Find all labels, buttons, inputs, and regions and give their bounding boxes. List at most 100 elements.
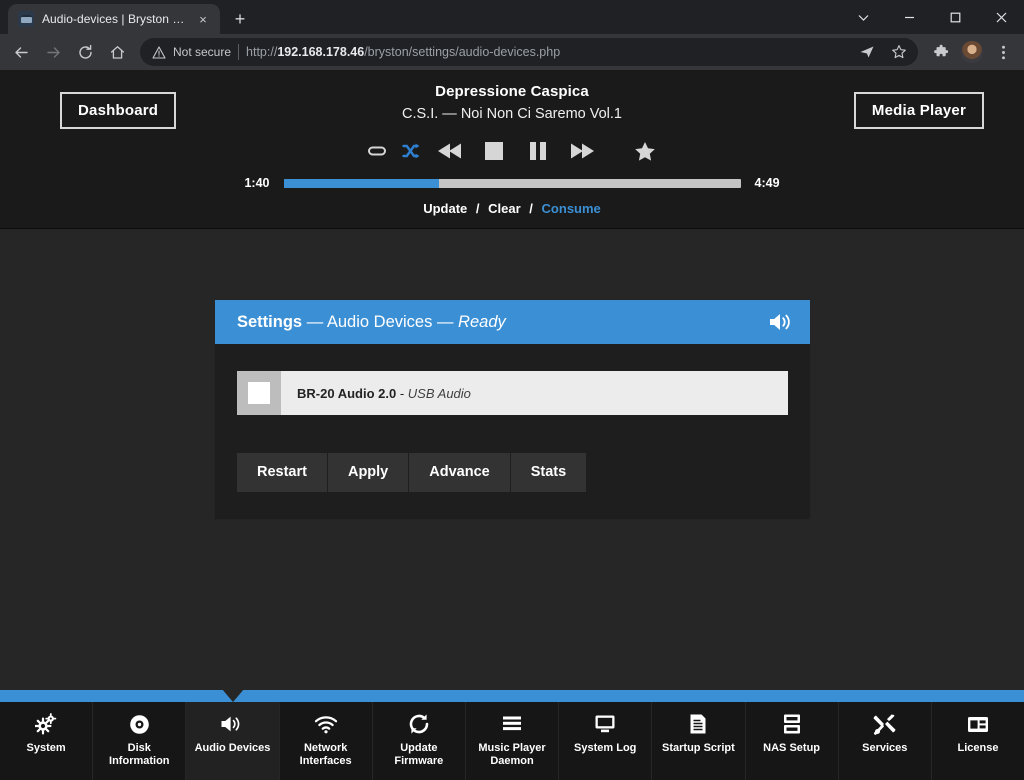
nav-item-label: Audio Devices [194,742,271,754]
nav-item-nas-setup[interactable]: NAS Setup [745,702,839,780]
back-icon[interactable] [6,37,36,67]
playlist-links: Update / Clear / Consume [0,201,1024,216]
browser-toolbar: Not secure http://192.168.178.46/bryston… [0,34,1024,70]
progress-row: 1:40 4:49 [0,176,1024,190]
apply-button[interactable]: Apply [327,453,409,492]
stats-button[interactable]: Stats [510,453,587,492]
nav-item-disk-information[interactable]: Disk Information [93,702,187,780]
previous-icon[interactable] [428,134,472,168]
reload-icon[interactable] [70,37,100,67]
device-checkbox[interactable] [237,371,281,415]
nav-items-row: System Disk Information Audio Devices Networ… [0,702,1024,780]
nav-item-system-log[interactable]: System Log [559,702,653,780]
window-controls [840,0,1024,34]
nav-item-label: Music Player Daemon [478,742,546,767]
page-content: Settings — Audio Devices — Ready BR-20 A… [0,229,1024,780]
page-viewport: Dashboard Media Player Depressione Caspi… [0,70,1024,780]
browser-window: Audio-devices | Bryston BDP × + Not secu… [0,0,1024,780]
nav-item-audio-devices[interactable]: Audio Devices [186,702,280,780]
nav-item-label: Update Firmware [394,742,444,767]
three-dot-menu-icon[interactable] [988,37,1018,67]
minimize-icon[interactable] [886,0,932,34]
card-header-section: Settings [237,312,303,331]
card-header-dash-2: — [436,312,454,331]
url-text: http://192.168.178.46/bryston/settings/a… [246,45,845,59]
transport-controls [0,134,1024,168]
omnibox-divider [238,44,240,60]
browser-tab[interactable]: Audio-devices | Bryston BDP × [8,4,220,34]
home-icon[interactable] [102,37,132,67]
security-status-label: Not secure [173,45,232,59]
card-header-dash-1: — [306,312,324,331]
tab-favicon-monitor-icon [18,11,34,27]
device-list-item[interactable]: BR-20 Audio 2.0 - USB Audio [237,371,788,415]
nav-item-network-interfaces[interactable]: Network Interfaces [279,702,373,780]
monitor-icon [594,713,616,735]
nav-item-system[interactable]: System [0,702,94,780]
device-label: BR-20 Audio 2.0 - USB Audio [281,371,471,415]
consume-link[interactable]: Consume [542,201,601,216]
tools-icon [873,713,896,735]
links-separator-1: / [475,201,480,216]
device-type: USB Audio [407,385,471,401]
card-header-title: Settings — Audio Devices — Ready [237,313,506,332]
profile-avatar[interactable] [961,41,983,63]
nav-item-label: Services [862,742,908,754]
nav-item-label: System Log [574,742,637,754]
repeat-icon[interactable] [360,136,394,166]
pause-icon[interactable] [516,134,560,168]
player-header: Dashboard Media Player Depressione Caspi… [0,70,1024,229]
disc-icon [129,713,150,735]
nav-item-label: Startup Script [662,742,735,754]
advance-button[interactable]: Advance [409,453,510,492]
document-icon [689,713,707,735]
wifi-icon [314,713,338,735]
nav-item-startup-script[interactable]: Startup Script [652,702,746,780]
next-icon[interactable] [560,134,604,168]
audio-devices-card: Settings — Audio Devices — Ready BR-20 A… [215,300,810,519]
shuffle-icon[interactable] [394,136,428,166]
bottom-navigation: System Disk Information Audio Devices Networ… [0,682,1024,780]
clear-link[interactable]: Clear [488,201,521,216]
dashboard-button[interactable]: Dashboard [60,92,177,129]
nav-item-license[interactable]: License [931,702,1024,780]
nav-item-label: License [957,742,999,754]
media-player-button[interactable]: Media Player [853,92,984,129]
close-icon[interactable] [978,0,1024,34]
speaker-icon [220,713,244,735]
address-bar[interactable]: Not secure http://192.168.178.46/bryston… [140,38,918,66]
card-action-buttons: Restart Apply Advance Stats [237,453,788,492]
restart-button[interactable]: Restart [237,453,327,492]
nav-item-label: NAS Setup [763,742,821,754]
nav-item-label: Network Interfaces [299,742,352,767]
nav-item-music-player-daemon[interactable]: Music Player Daemon [465,702,560,780]
speaker-icon [768,311,794,333]
badge-icon [967,713,989,735]
seek-bar-fill [283,178,439,188]
device-name: BR-20 Audio 2.0 [297,385,397,401]
favorite-star-icon[interactable] [626,141,664,162]
chevron-down-icon[interactable] [840,0,886,34]
url-scheme: http:// [246,45,278,59]
nav-accent-bar [0,682,1024,702]
update-link[interactable]: Update [423,201,467,216]
seek-bar[interactable] [283,178,741,188]
card-header: Settings — Audio Devices — Ready [215,300,810,344]
gears-icon [35,713,57,735]
not-secure-warning-icon [152,45,166,59]
omnibox-actions [852,38,914,66]
new-tab-button[interactable]: + [226,5,254,33]
url-path: /bryston/settings/audio-devices.php [364,45,561,59]
bookmark-star-icon[interactable] [884,38,914,66]
tab-close-icon[interactable]: × [194,10,212,28]
card-header-status: Ready [458,312,506,331]
share-icon[interactable] [852,38,882,66]
maximize-icon[interactable] [932,0,978,34]
forward-icon[interactable] [38,37,68,67]
nav-item-label: System [26,742,66,754]
nav-item-services[interactable]: Services [838,702,932,780]
extensions-puzzle-icon[interactable] [926,37,956,67]
stop-icon[interactable] [472,134,516,168]
nav-item-update-firmware[interactable]: Update Firmware [372,702,466,780]
nav-item-label: Disk Information [109,742,170,767]
